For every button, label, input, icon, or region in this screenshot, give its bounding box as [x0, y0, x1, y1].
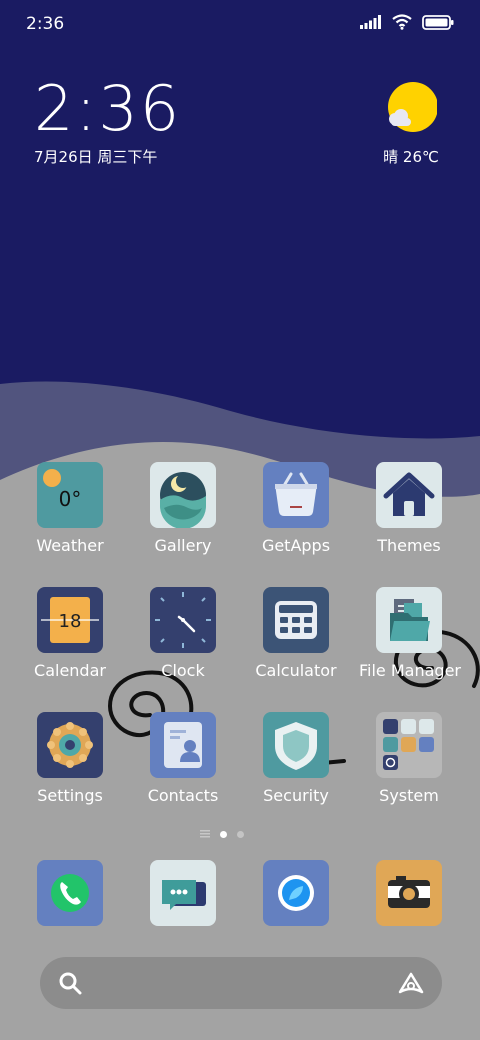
calculator-icon	[263, 587, 329, 653]
app-settings[interactable]: Settings	[20, 712, 120, 805]
weather-widget[interactable]: 晴 26℃	[376, 82, 446, 167]
folder-grid-icon	[376, 712, 442, 778]
page-dot	[237, 830, 244, 838]
weather-text: 晴 26℃	[383, 148, 439, 166]
app-themes[interactable]: Themes	[359, 462, 459, 555]
widget-time: 2:36	[34, 72, 182, 145]
app-label: Clock	[161, 661, 205, 680]
partly-sunny-icon	[385, 82, 438, 134]
weather-icon: 0°	[37, 462, 103, 528]
dock-messages[interactable]	[150, 860, 216, 926]
camera-icon	[388, 876, 430, 908]
page-dot-current	[220, 830, 227, 838]
app-label: Gallery	[154, 536, 212, 555]
gear-icon	[37, 712, 103, 778]
shield-icon	[263, 712, 329, 778]
gallery-icon	[150, 462, 216, 528]
status-bar: 2:36	[0, 0, 480, 50]
svg-text:0°: 0°	[59, 487, 82, 511]
battery-icon	[422, 14, 454, 30]
app-label: Settings	[37, 786, 103, 805]
app-folder-system[interactable]: System	[359, 712, 459, 805]
widget-date: 7月26日 周三下午	[34, 148, 158, 166]
signal-icon	[360, 15, 381, 29]
app-clock[interactable]: Clock	[133, 587, 233, 680]
search-bar[interactable]	[40, 957, 442, 1009]
home-screen: 2:36 2:36 7月26日 周三下午 晴 26℃ 0° Weather Ga…	[0, 0, 480, 1040]
house-icon	[376, 462, 442, 528]
app-label: Weather	[36, 536, 104, 555]
app-weather[interactable]: 0° Weather	[20, 462, 120, 555]
menu-lines-icon	[200, 830, 210, 838]
dock-camera[interactable]	[376, 860, 442, 926]
app-label: File Manager	[359, 661, 461, 680]
app-gallery[interactable]: Gallery	[133, 462, 233, 555]
assistant-icon[interactable]	[398, 971, 424, 995]
app-label: Security	[263, 786, 329, 805]
app-label: Calendar	[34, 661, 106, 680]
svg-text:18: 18	[59, 611, 82, 632]
app-label: Contacts	[147, 786, 219, 805]
app-calculator[interactable]: Calculator	[246, 587, 346, 680]
browser-icon	[278, 875, 314, 911]
wifi-icon	[392, 14, 412, 30]
status-time: 2:36	[26, 14, 65, 34]
app-getapps[interactable]: GetApps	[246, 462, 346, 555]
app-file-manager[interactable]: File Manager	[359, 587, 461, 680]
app-label: System	[379, 786, 439, 805]
page-indicator[interactable]	[200, 830, 244, 838]
dock-browser[interactable]	[263, 860, 329, 926]
app-label: Calculator	[255, 661, 337, 680]
phone-icon	[51, 874, 89, 912]
search-icon	[59, 972, 82, 995]
app-calendar[interactable]: 18 Calendar	[20, 587, 120, 680]
app-contacts[interactable]: Contacts	[133, 712, 233, 805]
contact-card-icon	[150, 712, 216, 778]
app-label: Themes	[377, 536, 441, 555]
app-security[interactable]: Security	[246, 712, 346, 805]
dock-phone[interactable]	[37, 860, 103, 926]
folder-icon	[376, 587, 442, 653]
shopping-basket-icon	[263, 462, 329, 528]
messages-icon	[162, 880, 206, 910]
clock-widget[interactable]: 2:36 7月26日 周三下午	[34, 76, 181, 167]
clock-icon	[150, 587, 216, 653]
calendar-icon: 18	[37, 587, 103, 653]
search-input[interactable]	[96, 967, 380, 1001]
app-label: GetApps	[261, 536, 331, 555]
